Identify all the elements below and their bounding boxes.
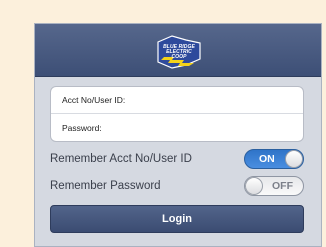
company-logo: BLUE RIDGE ELECTRIC COOP <box>155 32 203 72</box>
remember-acct-row: Remember Acct No/User ID ON <box>50 149 304 169</box>
password-input[interactable] <box>150 117 303 138</box>
remember-password-label: Remember Password <box>50 180 161 192</box>
login-panel: BLUE RIDGE ELECTRIC COOP Acct No/User ID… <box>34 23 322 247</box>
acct-label: Acct No/User ID: <box>62 95 126 105</box>
password-row: Password: <box>51 114 303 141</box>
remember-password-toggle[interactable]: OFF <box>244 176 304 196</box>
acct-input[interactable] <box>150 90 303 110</box>
remember-password-state: OFF <box>272 180 293 192</box>
remember-acct-toggle[interactable]: ON <box>244 149 304 169</box>
toggle-knob <box>285 150 303 168</box>
remember-acct-label: Remember Acct No/User ID <box>50 153 192 165</box>
header-bar: BLUE RIDGE ELECTRIC COOP <box>35 24 321 77</box>
login-button[interactable]: Login <box>50 205 304 233</box>
password-label: Password: <box>62 122 102 133</box>
logo-text-line2: ELECTRIC COOP <box>166 49 192 60</box>
acct-row: Acct No/User ID: <box>51 87 303 114</box>
logo-text: BLUE RIDGE ELECTRIC COOP <box>159 45 199 60</box>
credentials-form: Acct No/User ID: Password: <box>50 86 304 142</box>
toggle-knob <box>245 177 263 195</box>
remember-password-row: Remember Password OFF <box>50 176 304 196</box>
remember-acct-state: ON <box>259 153 275 165</box>
